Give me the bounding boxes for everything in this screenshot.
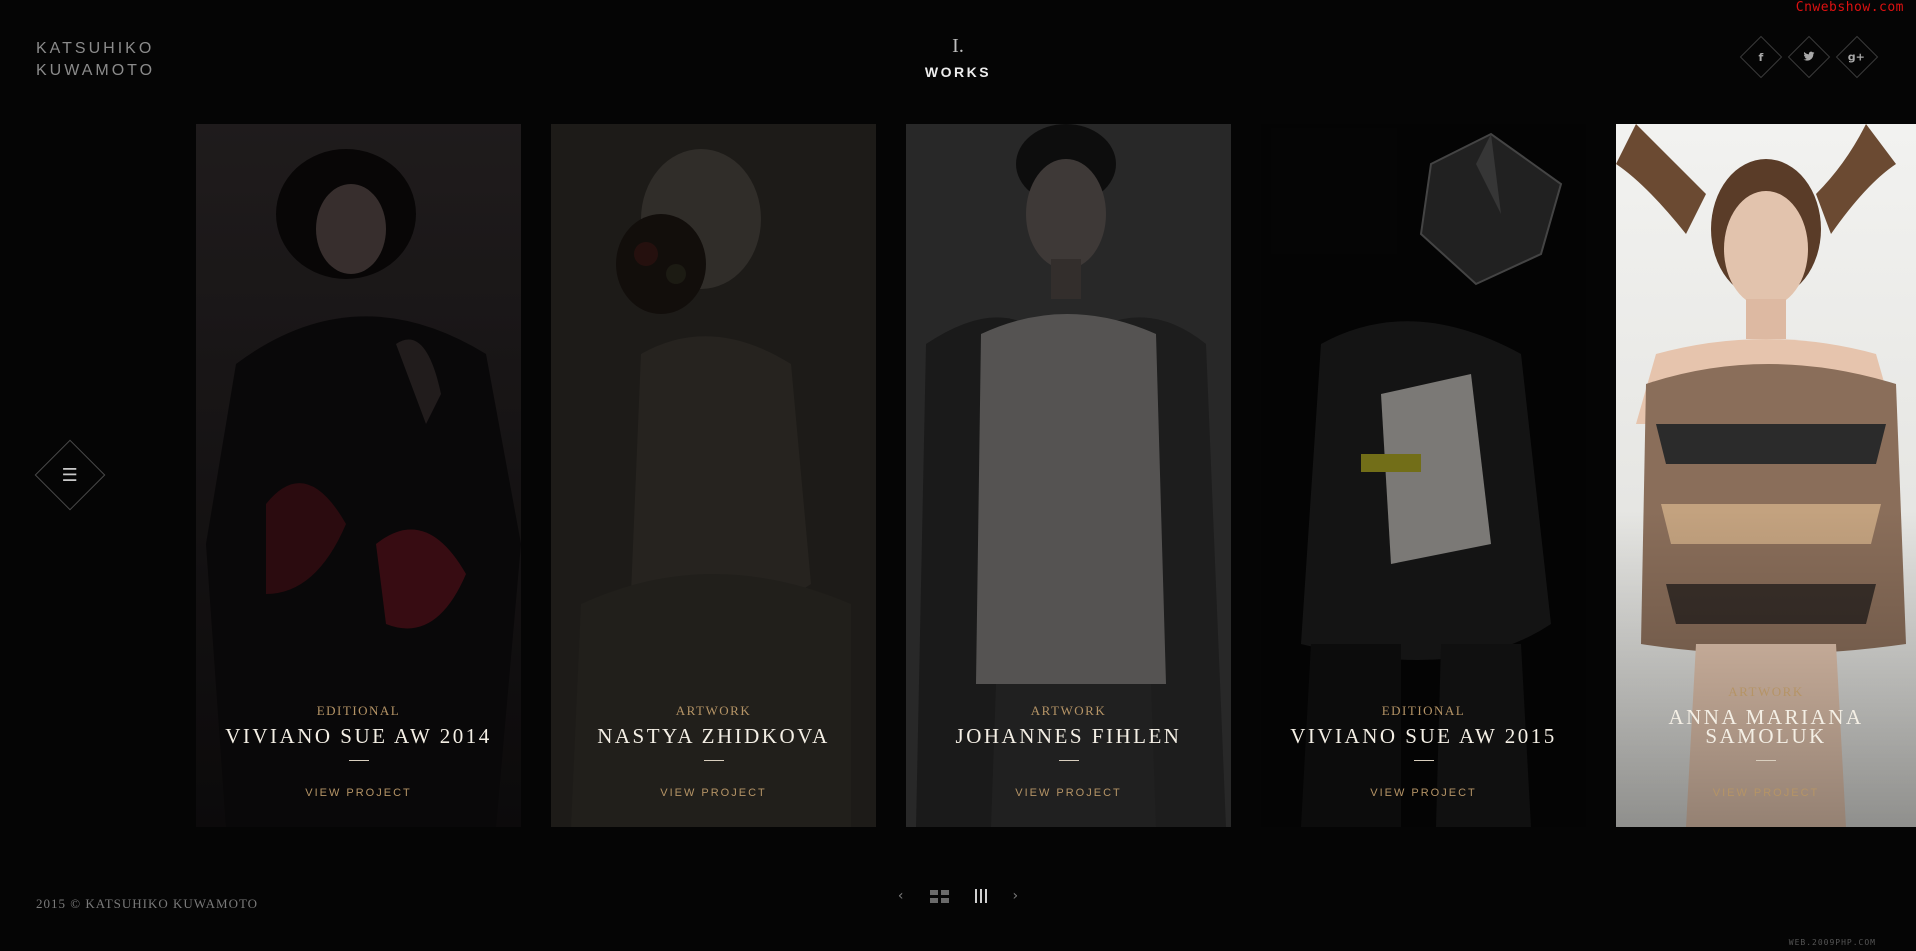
pagination: ‹ › — [0, 888, 1916, 904]
view-project-link[interactable]: VIEW PROJECT — [196, 787, 521, 799]
card-info: EDITIONAL VIVIANO SUE AW 2014 VIEW PROJE… — [196, 703, 521, 799]
google-plus-button[interactable]: g+ — [1835, 35, 1879, 79]
card-category: ARTWORK — [1030, 703, 1107, 718]
twitter-button[interactable] — [1787, 35, 1831, 79]
view-project-link[interactable]: VIEW PROJECT — [1616, 787, 1916, 799]
next-arrow-icon[interactable]: › — [1013, 888, 1019, 904]
card-divider — [348, 760, 369, 761]
card-category: ARTWORK — [1728, 684, 1804, 699]
project-card[interactable]: EDITIONAL VIVIANO SUE AW 2014 VIEW PROJE… — [196, 124, 521, 827]
grid-cell — [929, 897, 938, 903]
menu-button[interactable]: ☰ — [34, 439, 106, 511]
grid-view-icon[interactable] — [929, 889, 949, 903]
card-divider — [1058, 760, 1079, 761]
column-bar — [979, 889, 982, 903]
card-divider — [1413, 760, 1434, 761]
card-category: EDITIONAL — [316, 703, 401, 718]
column-bar — [984, 889, 987, 903]
section-numeral: I. — [952, 35, 964, 57]
grid-cell — [929, 889, 938, 895]
view-project-link[interactable]: VIEW PROJECT — [551, 787, 876, 799]
google-plus-icon: g+ — [1848, 50, 1866, 64]
card-info: EDITIONAL VIVIANO SUE AW 2015 VIEW PROJE… — [1261, 703, 1586, 799]
column-bar — [974, 889, 977, 903]
project-card[interactable]: ARTWORK JOHANNES FIHLEN VIEW PROJECT — [906, 124, 1231, 827]
grid-cell — [940, 897, 949, 903]
twitter-icon — [1803, 50, 1815, 64]
card-title: VIVIANO SUE AW 2015 — [1290, 724, 1557, 748]
card-category: EDITIONAL — [1381, 703, 1466, 718]
view-project-link[interactable]: VIEW PROJECT — [906, 787, 1231, 799]
card-divider — [703, 760, 724, 761]
card-title: NASTYA ZHIDKOVA — [597, 724, 830, 748]
hamburger-icon: ☰ — [61, 464, 79, 486]
card-category: ARTWORK — [675, 703, 752, 718]
card-info: ARTWORK NASTYA ZHIDKOVA VIEW PROJECT — [551, 703, 876, 799]
project-card[interactable]: EDITIONAL VIVIANO SUE AW 2015 VIEW PROJE… — [1261, 124, 1586, 827]
social-links: f g+ — [1739, 35, 1879, 79]
card-divider — [1756, 760, 1776, 761]
section-heading: I. WORKS — [0, 34, 1916, 80]
card-info: ARTWORK JOHANNES FIHLEN VIEW PROJECT — [906, 703, 1231, 799]
card-info: ARTWORK ANNA MARIANA SAMOLUK VIEW PROJEC… — [1616, 684, 1916, 799]
prev-arrow-icon[interactable]: ‹ — [898, 888, 904, 904]
watermark: Cnwebshow.com — [1795, 0, 1904, 15]
facebook-button[interactable]: f — [1739, 35, 1783, 79]
grid-cell — [940, 889, 949, 895]
watermark-bottom: WEB.2009PHP.COM — [1788, 938, 1876, 947]
section-title: WORKS — [924, 64, 992, 80]
column-view-icon[interactable] — [974, 889, 987, 903]
facebook-icon: f — [1758, 50, 1764, 64]
card-title: ANNA MARIANA SAMOLUK — [1668, 705, 1864, 748]
card-title: VIVIANO SUE AW 2014 — [225, 724, 492, 748]
project-card[interactable]: ARTWORK NASTYA ZHIDKOVA VIEW PROJECT — [551, 124, 876, 827]
card-title: JOHANNES FIHLEN — [955, 724, 1182, 748]
project-card[interactable]: ARTWORK ANNA MARIANA SAMOLUK VIEW PROJEC… — [1616, 124, 1916, 827]
view-project-link[interactable]: VIEW PROJECT — [1261, 787, 1586, 799]
